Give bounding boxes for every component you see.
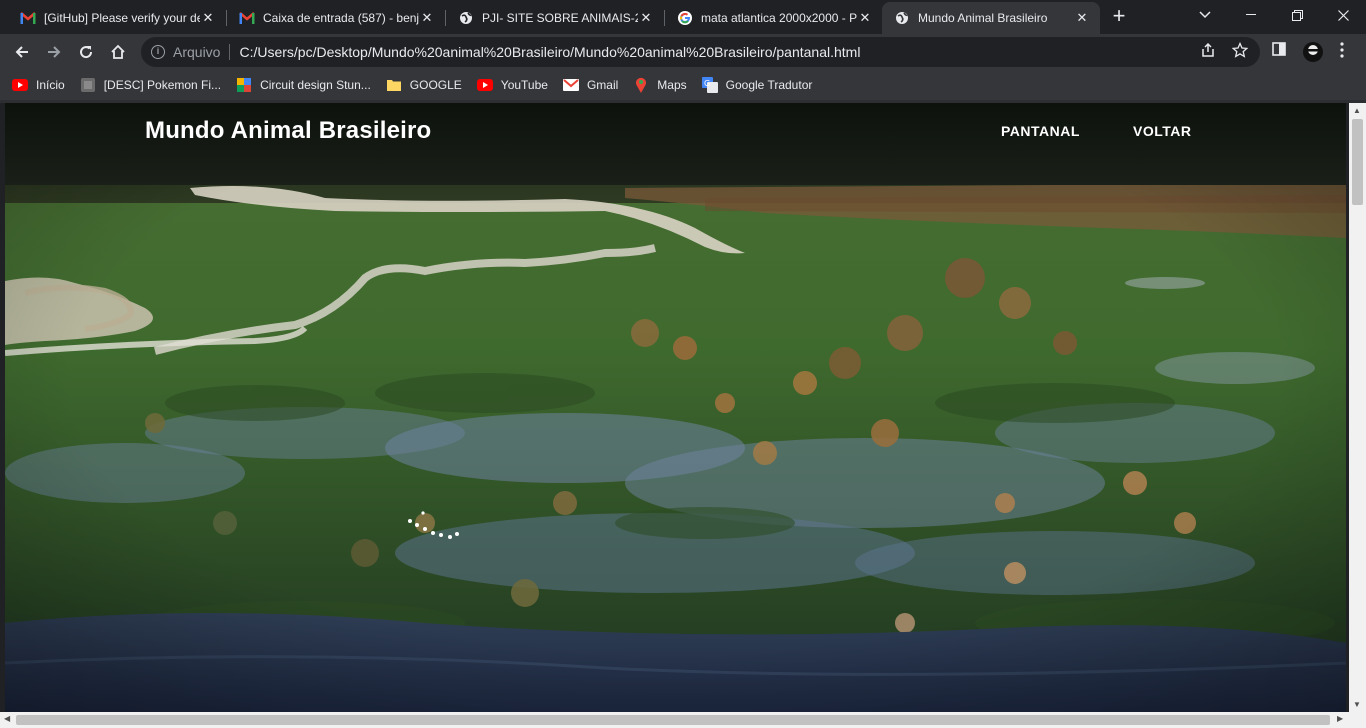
tab-title: Caixa de entrada (587) - benj (263, 11, 419, 25)
tab-github-verify[interactable]: [GitHub] Please verify your de ✕ (8, 2, 226, 34)
bookmark-pokemon[interactable]: [DESC] Pokemon Fi... (80, 77, 221, 93)
close-window-button[interactable] (1320, 0, 1366, 30)
share-icon[interactable] (1200, 42, 1216, 63)
tab-title: PJI- SITE SOBRE ANIMAIS-202 (482, 11, 638, 25)
bookmark-label: Circuit design Stun... (260, 78, 371, 92)
bookmark-translate[interactable]: G Google Tradutor (701, 77, 813, 93)
bookmark-label: Início (36, 78, 65, 92)
profile-avatar[interactable] (1302, 41, 1324, 68)
bookmark-label: [DESC] Pokemon Fi... (103, 78, 222, 92)
new-tab-button[interactable]: + (1108, 5, 1130, 28)
pantanal-hero-image (5, 103, 1346, 712)
tab-strip: [GitHub] Please verify your de ✕ Caixa d… (0, 0, 1366, 34)
minimize-button[interactable] (1228, 0, 1274, 30)
reload-icon (80, 46, 93, 59)
address-bar[interactable]: i Arquivo C:/Users/pc/Desktop/Mundo%20an… (141, 37, 1260, 67)
vertical-scrollbar[interactable]: ▲ ▼ (1349, 103, 1366, 712)
back-button[interactable] (8, 38, 36, 66)
bookmark-label: Google Tradutor (725, 78, 813, 92)
arrow-left-icon (15, 46, 28, 58)
tab-title: [GitHub] Please verify your de (44, 11, 200, 25)
bookmark-youtube[interactable]: YouTube (476, 77, 548, 93)
bookmark-star-icon[interactable] (1231, 41, 1249, 63)
scheme-label: Arquivo (173, 44, 221, 60)
scroll-right-icon[interactable]: ▶ (1337, 714, 1343, 723)
tab-inbox[interactable]: Caixa de entrada (587) - benj ✕ (227, 2, 445, 34)
side-panel-icon[interactable] (1272, 42, 1286, 61)
youtube-icon (476, 77, 493, 93)
gmail-icon (239, 10, 255, 26)
close-icon[interactable]: ✕ (1074, 10, 1090, 26)
maps-icon (633, 77, 649, 93)
bookmark-google-folder[interactable]: GOOGLE (386, 77, 462, 93)
close-icon[interactable]: ✕ (857, 10, 873, 26)
bookmark-label: Maps (657, 78, 687, 92)
tab-title: mata atlantica 2000x2000 - P (701, 11, 857, 25)
svg-text:G: G (704, 79, 710, 88)
tab-pji-site[interactable]: PJI- SITE SOBRE ANIMAIS-202 ✕ (446, 2, 664, 34)
bookmark-label: YouTube (500, 78, 548, 92)
tab-search-chevron-icon[interactable] (1182, 0, 1228, 30)
bookmark-inicio[interactable]: Início (12, 77, 65, 93)
globe-icon (458, 10, 474, 26)
url-text[interactable]: C:/Users/pc/Desktop/Mundo%20animal%20Bra… (239, 44, 1260, 60)
youtube-icon (12, 77, 28, 93)
close-icon[interactable]: ✕ (419, 10, 435, 26)
globe-icon (894, 10, 910, 26)
bookmark-label: Gmail (586, 78, 619, 92)
page-viewport: Mundo Animal Brasileiro PANTANAL VOLTAR (5, 103, 1346, 712)
info-icon[interactable]: i (151, 45, 165, 59)
omnibox-separator (229, 44, 231, 60)
horizontal-scrollbar[interactable]: ◀ ▶ (0, 712, 1366, 728)
tab-mata-atlantica[interactable]: mata atlantica 2000x2000 - P ✕ (665, 2, 883, 34)
google-icon (677, 10, 693, 26)
scroll-up-icon[interactable]: ▲ (1353, 106, 1361, 115)
close-icon[interactable]: ✕ (200, 10, 216, 26)
bookmark-circuit[interactable]: Circuit design Stun... (236, 77, 371, 93)
horizontal-scroll-thumb[interactable] (16, 715, 1330, 725)
vertical-scroll-thumb[interactable] (1352, 119, 1363, 205)
gmail-icon (20, 10, 36, 26)
nav-link-voltar[interactable]: VOLTAR (1133, 123, 1191, 139)
home-button[interactable] (104, 38, 132, 66)
arrow-right-icon (48, 46, 61, 58)
site-header: Mundo Animal Brasileiro PANTANAL VOLTAR (5, 103, 1346, 185)
scroll-down-icon[interactable]: ▼ (1353, 700, 1361, 709)
tab-title: Mundo Animal Brasileiro (918, 11, 1048, 25)
folder-icon (386, 77, 402, 93)
gmail-icon (562, 77, 579, 93)
bookmark-maps[interactable]: Maps (633, 77, 687, 93)
pokemon-icon (80, 77, 96, 93)
reload-button[interactable] (72, 38, 100, 66)
scroll-left-icon[interactable]: ◀ (4, 714, 10, 723)
browser-toolbar: i Arquivo C:/Users/pc/Desktop/Mundo%20an… (0, 34, 1366, 70)
nav-link-pantanal[interactable]: PANTANAL (1001, 123, 1080, 139)
forward-button[interactable] (40, 38, 68, 66)
home-icon (111, 44, 125, 59)
site-brand[interactable]: Mundo Animal Brasileiro (145, 117, 431, 145)
bookmarks-bar: Início [DESC] Pokemon Fi... Circuit desi… (0, 70, 1366, 100)
circuit-icon (236, 77, 252, 93)
bookmark-gmail[interactable]: Gmail (562, 77, 619, 93)
kebab-menu-icon[interactable] (1340, 42, 1344, 63)
restore-button[interactable] (1274, 0, 1320, 30)
tab-mundo-animal-active[interactable]: Mundo Animal Brasileiro ✕ (882, 2, 1100, 34)
bookmark-label: GOOGLE (409, 78, 462, 92)
translate-icon: G (701, 77, 718, 93)
close-icon[interactable]: ✕ (638, 10, 654, 26)
